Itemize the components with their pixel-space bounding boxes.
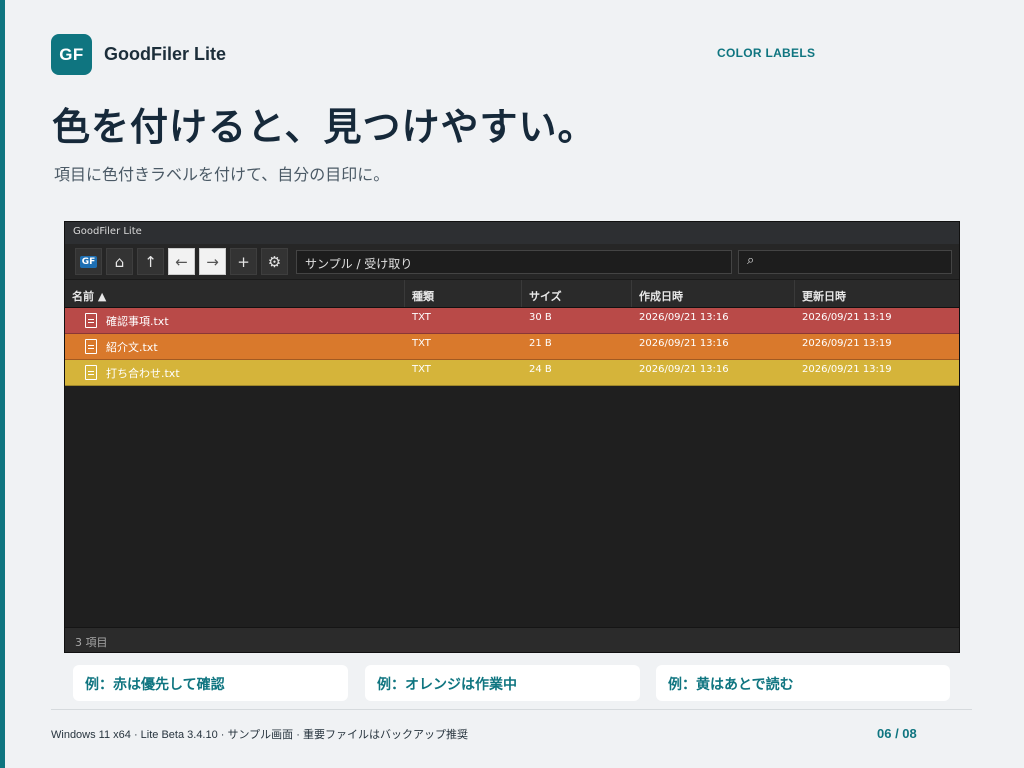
app-logo-button[interactable]: GF [75, 248, 102, 275]
text-file-icon [85, 365, 97, 380]
column-name[interactable]: 名前 ▲ [65, 280, 405, 307]
file-created: 2026/09/21 13:16 [639, 312, 729, 323]
file-name: 打ち合わせ.txt [106, 366, 180, 380]
forward-button[interactable]: → [199, 248, 226, 275]
home-button[interactable]: ⌂ [106, 248, 133, 275]
plus-icon: + [237, 252, 250, 271]
file-size: 21 B [529, 338, 552, 349]
file-name-cell: 打ち合わせ.txt [65, 360, 405, 385]
file-modified: 2026/09/21 13:19 [802, 364, 892, 375]
file-created: 2026/09/21 13:16 [639, 364, 729, 375]
up-button[interactable]: ↑ [137, 248, 164, 275]
column-size[interactable]: サイズ [522, 280, 632, 307]
file-size: 30 B [529, 312, 552, 323]
add-button[interactable]: + [230, 248, 257, 275]
text-file-icon [85, 313, 97, 328]
footer-divider [51, 709, 972, 710]
table-header: 名前 ▲ 種類 サイズ 作成日時 更新日時 [65, 280, 959, 308]
status-bar: 3 項目 [65, 627, 959, 652]
settings-button[interactable]: ⚙ [261, 248, 288, 275]
file-type: TXT [412, 364, 431, 375]
subline: 項目に色付きラベルを付けて、自分の目印に。 [54, 167, 390, 184]
arrow-right-icon: → [206, 252, 219, 271]
file-modified: 2026/09/21 13:19 [802, 338, 892, 349]
brand-logo: GF [51, 34, 92, 75]
brand: GF GoodFiler Lite [51, 34, 226, 75]
path-input[interactable]: サンプル / 受け取り [296, 249, 732, 274]
column-created[interactable]: 作成日時 [632, 280, 795, 307]
file-row[interactable]: 確認事項.txt TXT 30 B 2026/09/21 13:16 2026/… [65, 308, 959, 334]
file-row[interactable]: 打ち合わせ.txt TXT 24 B 2026/09/21 13:16 2026… [65, 360, 959, 386]
search-input[interactable]: ⌕ [738, 249, 952, 274]
app-window: GoodFiler Lite GF ⌂ ↑ ← → + ⚙ サンプル / 受け取… [64, 221, 960, 653]
arrow-up-icon: ↑ [144, 252, 157, 271]
file-size: 24 B [529, 364, 552, 375]
file-name-cell: 確認事項.txt [65, 308, 405, 333]
arrow-left-icon: ← [175, 252, 188, 271]
back-button[interactable]: ← [168, 248, 195, 275]
column-modified[interactable]: 更新日時 [795, 280, 959, 307]
brand-name: GoodFiler Lite [104, 44, 227, 64]
column-type[interactable]: 種類 [405, 280, 522, 307]
app-titlebar: GoodFiler Lite [65, 222, 959, 244]
page-number: 06 / 08 [877, 726, 917, 741]
file-created: 2026/09/21 13:16 [639, 338, 729, 349]
section-tag: COLOR LABELS [717, 46, 816, 60]
file-name: 紹介文.txt [106, 340, 158, 354]
accent-bar [0, 0, 5, 768]
headline: 色を付けると、見つけやすい。 [52, 107, 597, 149]
text-file-icon [85, 339, 97, 354]
file-row[interactable]: 紹介文.txt TXT 21 B 2026/09/21 13:16 2026/0… [65, 334, 959, 360]
search-icon: ⌕ [747, 252, 755, 268]
file-type: TXT [412, 312, 431, 323]
toolbar: GF ⌂ ↑ ← → + ⚙ サンプル / 受け取り ⌕ [65, 244, 959, 280]
example-card-orange: 例：オレンジは作業中 [365, 665, 640, 701]
file-modified: 2026/09/21 13:19 [802, 312, 892, 323]
file-name: 確認事項.txt [106, 314, 169, 328]
file-list: 確認事項.txt TXT 30 B 2026/09/21 13:16 2026/… [65, 308, 959, 386]
home-icon: ⌂ [114, 252, 125, 271]
file-name-cell: 紹介文.txt [65, 334, 405, 359]
example-card-red: 例：赤は優先して確認 [73, 665, 348, 701]
app-logo-icon: GF [79, 255, 98, 268]
example-card-yellow: 例：黄はあとで読む [656, 665, 950, 701]
gear-icon: ⚙ [267, 252, 282, 271]
file-type: TXT [412, 338, 431, 349]
footer-text: Windows 11 x64 · Lite Beta 3.4.10 · サンプル… [51, 729, 468, 741]
